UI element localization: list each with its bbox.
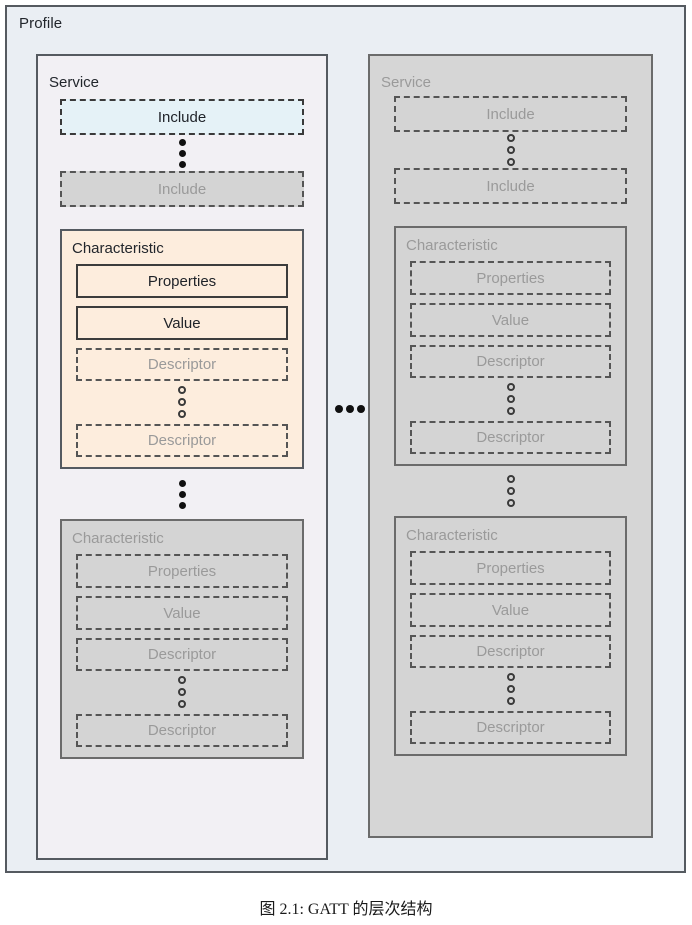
value-box: Value [410,593,611,627]
service-label: Service [381,74,432,91]
gatt-hierarchy-figure: Profile Service Include Include Characte… [0,0,692,925]
characteristic-content: Properties Value Descriptor Descriptor [396,551,625,754]
value-box: Value [76,306,288,340]
service-content-active: Include Include Characteristic Propertie… [38,99,326,858]
descriptor-ellipsis-icon [76,384,288,420]
profile-container: Profile Service Include Include Characte… [5,5,686,873]
characteristic-content: Properties Value Descriptor Descriptor [62,554,302,757]
service-label: Service [49,74,100,91]
descriptor-box: Descriptor [76,348,288,381]
descriptor-ellipsis-icon [410,381,611,417]
service-column-muted: Service Include Include Characteristic P… [368,54,653,838]
characteristic-ellipsis-icon [394,466,627,516]
characteristic-label: Characteristic [406,527,498,544]
characteristic-box-highlight: Characteristic Properties Value Descript… [60,229,304,469]
characteristic-label: Characteristic [72,240,164,257]
descriptor-box: Descriptor [76,424,288,457]
descriptor-ellipsis-icon [410,671,611,707]
descriptor-box: Descriptor [410,345,611,378]
services-ellipsis-icon [335,405,365,413]
include-box-muted: Include [394,168,627,204]
value-box: Value [410,303,611,337]
descriptor-box: Descriptor [410,635,611,668]
properties-box: Properties [410,551,611,585]
descriptor-box: Descriptor [410,711,611,744]
include-box-muted: Include [394,96,627,132]
service-content-muted: Include Include Characteristic Propertie… [370,96,651,836]
include-ellipsis-icon [394,132,627,168]
properties-box: Properties [76,264,288,298]
characteristic-box-muted: Characteristic Properties Value Descript… [60,519,304,759]
characteristic-box-muted: Characteristic Properties Value Descript… [394,226,627,466]
value-box: Value [76,596,288,630]
include-ellipsis-icon [60,135,304,171]
properties-box: Properties [76,554,288,588]
descriptor-ellipsis-icon [76,674,288,710]
characteristic-box-muted: Characteristic Properties Value Descript… [394,516,627,756]
characteristic-label: Characteristic [72,530,164,547]
characteristic-ellipsis-icon [60,469,304,519]
characteristic-content: Properties Value Descriptor Descriptor [62,264,302,467]
descriptor-box: Descriptor [76,714,288,747]
include-box-highlight: Include [60,99,304,135]
include-box-muted: Include [60,171,304,207]
properties-box: Properties [410,261,611,295]
descriptor-box: Descriptor [76,638,288,671]
profile-label: Profile [19,15,63,32]
descriptor-box: Descriptor [410,421,611,454]
characteristic-content: Properties Value Descriptor Descriptor [396,261,625,464]
characteristic-label: Characteristic [406,237,498,254]
service-column-active: Service Include Include Characteristic P… [36,54,328,860]
figure-caption: 图 2.1: GATT 的层次结构 [259,901,433,918]
